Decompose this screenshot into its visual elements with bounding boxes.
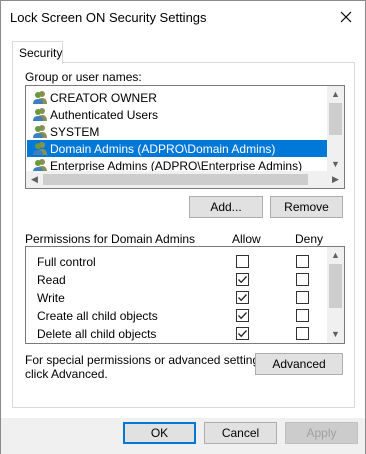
allow-checkbox-checked[interactable]: [236, 327, 249, 340]
advanced-note-line1: For special permissions or advanced sett…: [25, 353, 269, 367]
deny-checkbox[interactable]: [296, 273, 309, 286]
permission-name: Create all child objects: [37, 309, 158, 323]
checkmark-icon: [238, 330, 247, 338]
list-item-label: CREATOR OWNER: [50, 91, 157, 105]
deny-checkbox[interactable]: [296, 255, 309, 268]
list-item[interactable]: CREATOR OWNER: [27, 89, 328, 106]
scroll-right-icon[interactable]: ▶: [327, 171, 344, 188]
remove-button[interactable]: Remove: [270, 196, 343, 218]
list-item[interactable]: SYSTEM: [27, 123, 328, 140]
add-button[interactable]: Add...: [189, 196, 263, 218]
close-icon: [340, 11, 352, 23]
deny-checkbox[interactable]: [296, 309, 309, 322]
checkmark-icon: [238, 294, 247, 302]
scroll-down-icon[interactable]: ▼: [327, 326, 344, 343]
users-icon: [33, 142, 47, 155]
scroll-left-icon[interactable]: ◀: [26, 171, 43, 188]
cancel-button[interactable]: Cancel: [204, 422, 277, 444]
permission-name: Read: [37, 273, 66, 287]
list-item[interactable]: Authenticated Users: [27, 106, 328, 123]
permission-row: Write: [26, 288, 328, 306]
group-list-vertical-scrollbar[interactable]: ▲ ▼: [327, 86, 344, 173]
checkmark-icon: [238, 276, 247, 284]
list-item-selected[interactable]: Domain Admins (ADPRO\Domain Admins): [27, 140, 328, 157]
advanced-note-line2: click Advanced.: [25, 367, 108, 381]
close-button[interactable]: [331, 4, 361, 30]
tab-security-label: Security: [19, 46, 63, 60]
group-user-list-items: CREATOR OWNER Authenticated Users SYSTEM: [27, 87, 328, 173]
allow-checkbox-checked[interactable]: [236, 273, 249, 286]
permission-name: Full control: [37, 255, 96, 269]
scroll-thumb[interactable]: [329, 264, 342, 308]
permissions-label: Permissions for Domain Admins: [25, 232, 196, 246]
deny-checkbox[interactable]: [296, 291, 309, 304]
apply-button[interactable]: Apply: [285, 422, 358, 444]
group-names-label: Group or user names:: [25, 70, 142, 84]
permission-name: Delete all child objects: [37, 327, 157, 341]
users-icon: [33, 159, 47, 172]
scroll-up-icon[interactable]: ▲: [327, 247, 344, 264]
permission-row: Create all child objects: [26, 306, 328, 324]
allow-checkbox-checked[interactable]: [236, 291, 249, 304]
advanced-button[interactable]: Advanced: [255, 353, 343, 375]
allow-checkbox[interactable]: [236, 255, 249, 268]
group-list-horizontal-scrollbar[interactable]: ◀ ▶: [26, 171, 344, 188]
title-bar: Lock Screen ON Security Settings: [1, 1, 365, 33]
users-icon: [33, 91, 47, 104]
permissions-vertical-scrollbar[interactable]: ▲ ▼: [327, 247, 344, 343]
list-item-label: SYSTEM: [50, 125, 100, 139]
group-user-list[interactable]: CREATOR OWNER Authenticated Users SYSTEM: [25, 85, 345, 189]
users-icon: [33, 125, 47, 138]
allow-checkbox-checked[interactable]: [236, 309, 249, 322]
list-item-label: Authenticated Users: [50, 108, 159, 122]
permission-row: Read: [26, 270, 328, 288]
checkmark-icon: [238, 312, 247, 320]
ok-button[interactable]: OK: [123, 422, 196, 444]
permission-name: Write: [37, 291, 65, 305]
allow-header: Allow: [232, 232, 261, 246]
deny-header: Deny: [295, 232, 324, 246]
permission-row: Full control: [26, 252, 328, 270]
list-item-label: Domain Admins (ADPRO\Domain Admins): [50, 142, 276, 156]
users-icon: [33, 108, 47, 121]
scroll-thumb[interactable]: [43, 174, 308, 185]
scroll-thumb[interactable]: [329, 103, 342, 135]
scroll-up-icon[interactable]: ▲: [327, 86, 344, 103]
permissions-list[interactable]: Full control Read Write Create all child…: [25, 246, 345, 344]
tab-security[interactable]: Security: [12, 41, 63, 63]
security-settings-dialog: Lock Screen ON Security Settings Securit…: [0, 0, 366, 454]
permission-row: Delete all child objects: [26, 324, 328, 342]
window-title: Lock Screen ON Security Settings: [10, 10, 207, 25]
deny-checkbox[interactable]: [296, 327, 309, 340]
